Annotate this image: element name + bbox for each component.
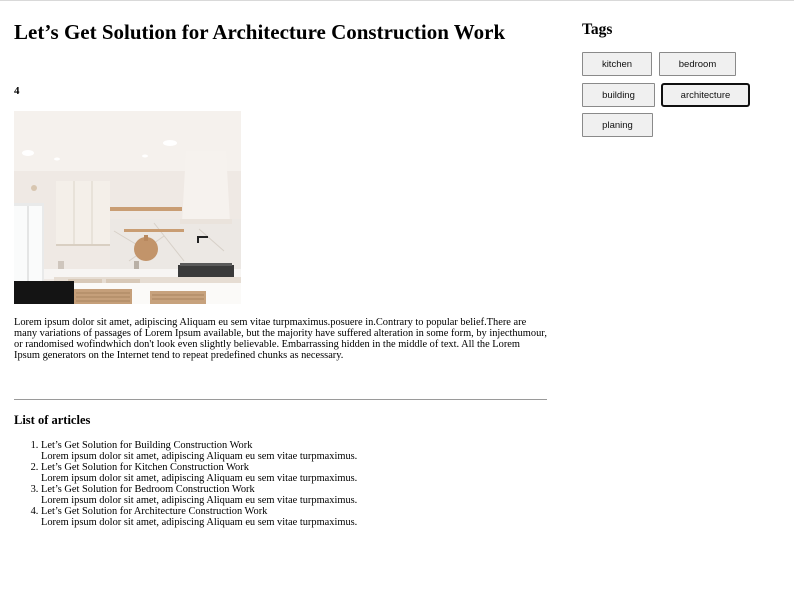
list-item[interactable]: Let’s Get Solution for Bedroom Construct…: [41, 484, 357, 506]
article-list: Let’s Get Solution for Building Construc…: [14, 440, 357, 528]
list-item-title[interactable]: Let’s Get Solution for Building Construc…: [41, 440, 357, 451]
tag-building[interactable]: building: [582, 83, 655, 107]
list-item-title[interactable]: Let’s Get Solution for Kitchen Construct…: [41, 462, 357, 473]
list-item-summary: Lorem ipsum dolor sit amet, adipiscing A…: [41, 517, 358, 528]
list-item[interactable]: Let’s Get Solution for Architecture Cons…: [41, 506, 357, 528]
tags-heading: Tags: [582, 21, 613, 38]
tag-architecture[interactable]: architecture: [661, 83, 750, 107]
tag-kitchen[interactable]: kitchen: [582, 52, 652, 76]
top-border: [0, 0, 794, 1]
list-item[interactable]: Let’s Get Solution for Kitchen Construct…: [41, 462, 357, 484]
article-title: Let’s Get Solution for Architecture Cons…: [14, 20, 506, 44]
list-item-summary: Lorem ipsum dolor sit amet, adipiscing A…: [41, 451, 358, 462]
list-heading: List of articles: [14, 413, 91, 427]
article-number: 4: [14, 85, 20, 97]
tag-planing[interactable]: planing: [582, 113, 653, 137]
section-divider: [14, 399, 547, 400]
list-item-summary: Lorem ipsum dolor sit amet, adipiscing A…: [41, 473, 358, 484]
tag-bedroom[interactable]: bedroom: [659, 52, 736, 76]
list-item[interactable]: Let’s Get Solution for Building Construc…: [41, 440, 357, 462]
list-item-title[interactable]: Let’s Get Solution for Bedroom Construct…: [41, 484, 357, 495]
list-item-summary: Lorem ipsum dolor sit amet, adipiscing A…: [41, 495, 358, 506]
list-item-title[interactable]: Let’s Get Solution for Architecture Cons…: [41, 506, 357, 517]
article-body: Lorem ipsum dolor sit amet, adipiscing A…: [14, 317, 547, 361]
kitchen-photo: [14, 111, 241, 304]
